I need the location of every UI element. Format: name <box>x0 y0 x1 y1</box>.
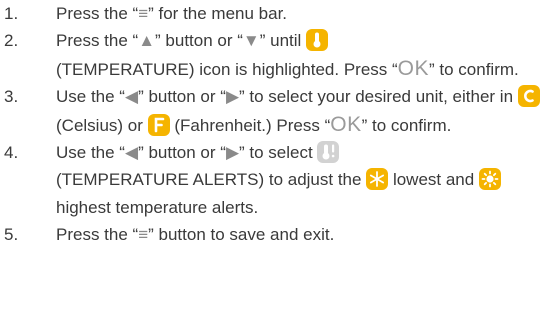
step-2: 2. Press the “▲” button or “▼” until (TE… <box>0 27 558 83</box>
right-arrow-icon: ▶ <box>225 143 240 163</box>
step-number: 3. <box>4 87 19 107</box>
step-number: 4. <box>4 143 19 163</box>
step-1: 1. Press the “≡” for the menu bar. <box>0 0 558 27</box>
step-text: ” button or “ <box>138 143 226 163</box>
step-text: Use the “ <box>56 143 125 163</box>
step-text: ” button or “ <box>155 31 243 51</box>
ok-icon: OK <box>330 112 362 136</box>
instruction-list: 1. Press the “≡” for the menu bar. 2. Pr… <box>0 0 558 249</box>
left-arrow-icon: ◀ <box>124 143 139 163</box>
snowflake-icon <box>366 168 389 191</box>
step-text: Press the “ <box>56 31 139 51</box>
temperature-alert-icon <box>317 141 340 164</box>
step-text: Use the “ <box>56 87 125 107</box>
step-text: ” until <box>259 31 302 51</box>
sun-icon <box>478 168 501 191</box>
fahrenheit-icon <box>147 113 170 136</box>
step-text: ” to confirm. <box>429 59 519 79</box>
step-4: 4. Use the “◀” button or “▶” to select (… <box>0 139 558 221</box>
down-arrow-icon: ▼ <box>242 31 260 51</box>
step-text: ” for the menu bar. <box>148 4 288 23</box>
step-text: (TEMPERATURE) icon is highlighted. Press… <box>56 59 398 79</box>
step-text: (Fahrenheit.) Press “ <box>174 115 331 135</box>
step-text: ” to select <box>239 143 313 163</box>
left-arrow-icon: ◀ <box>124 87 139 107</box>
step-number: 5. <box>4 225 19 245</box>
step-text: ” button to save and exit. <box>148 225 335 245</box>
step-text: (Celsius) or <box>56 115 143 135</box>
step-3: 3. Use the “◀” button or “▶” to select y… <box>0 83 558 139</box>
step-text: highest temperature alerts. <box>56 197 259 217</box>
step-text: ” button or “ <box>138 87 226 107</box>
step-text: Press the “ <box>56 4 139 23</box>
step-text: ” to select your desired unit, either in <box>239 87 514 107</box>
menu-icon: ≡ <box>138 4 149 23</box>
thermometer-icon <box>306 29 329 52</box>
step-text: Press the “ <box>56 225 139 245</box>
step-text: lowest and <box>392 170 475 190</box>
step-text: ” to confirm. <box>361 115 452 135</box>
step-text: (TEMPERATURE ALERTS) to adjust the <box>56 170 362 190</box>
step-number: 1. <box>4 4 19 23</box>
ok-icon: OK <box>397 56 430 80</box>
right-arrow-icon: ▶ <box>225 87 240 107</box>
up-arrow-icon: ▲ <box>138 31 156 51</box>
celsius-icon <box>517 85 540 108</box>
step-5: 5. Press the “≡” button to save and exit… <box>0 221 558 248</box>
menu-icon: ≡ <box>138 225 149 245</box>
step-number: 2. <box>4 31 19 51</box>
